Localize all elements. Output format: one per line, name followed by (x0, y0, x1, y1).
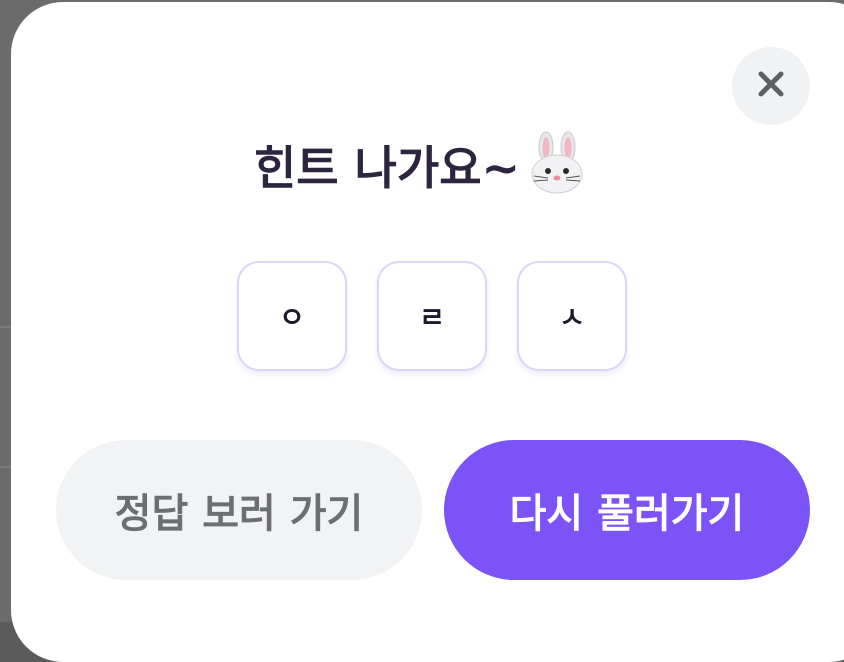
dialog-title-text: 힌트 나가요~ (253, 141, 521, 195)
dialog-title: 힌트 나가요~ (0, 130, 844, 200)
hint-tile: ㅇ (237, 261, 347, 371)
close-icon (756, 69, 786, 103)
hint-dialog: 힌트 나가요~ ㅇ ㄹ ㅅ 정답 보러 가기 다시 풀러가기 (11, 2, 844, 662)
retry-label: 다시 풀러가기 (509, 491, 745, 537)
hint-character: ㄹ (419, 301, 445, 334)
hint-character: ㅇ (279, 301, 305, 334)
rabbit-icon (524, 130, 590, 200)
see-answer-label: 정답 보러 가기 (114, 491, 364, 537)
retry-button[interactable]: 다시 풀러가기 (444, 440, 810, 580)
hint-tile: ㄹ (377, 261, 487, 371)
hint-tile: ㅅ (517, 261, 627, 371)
close-button[interactable] (732, 47, 810, 125)
see-answer-button[interactable]: 정답 보러 가기 (56, 440, 422, 580)
hint-character: ㅅ (559, 301, 585, 334)
